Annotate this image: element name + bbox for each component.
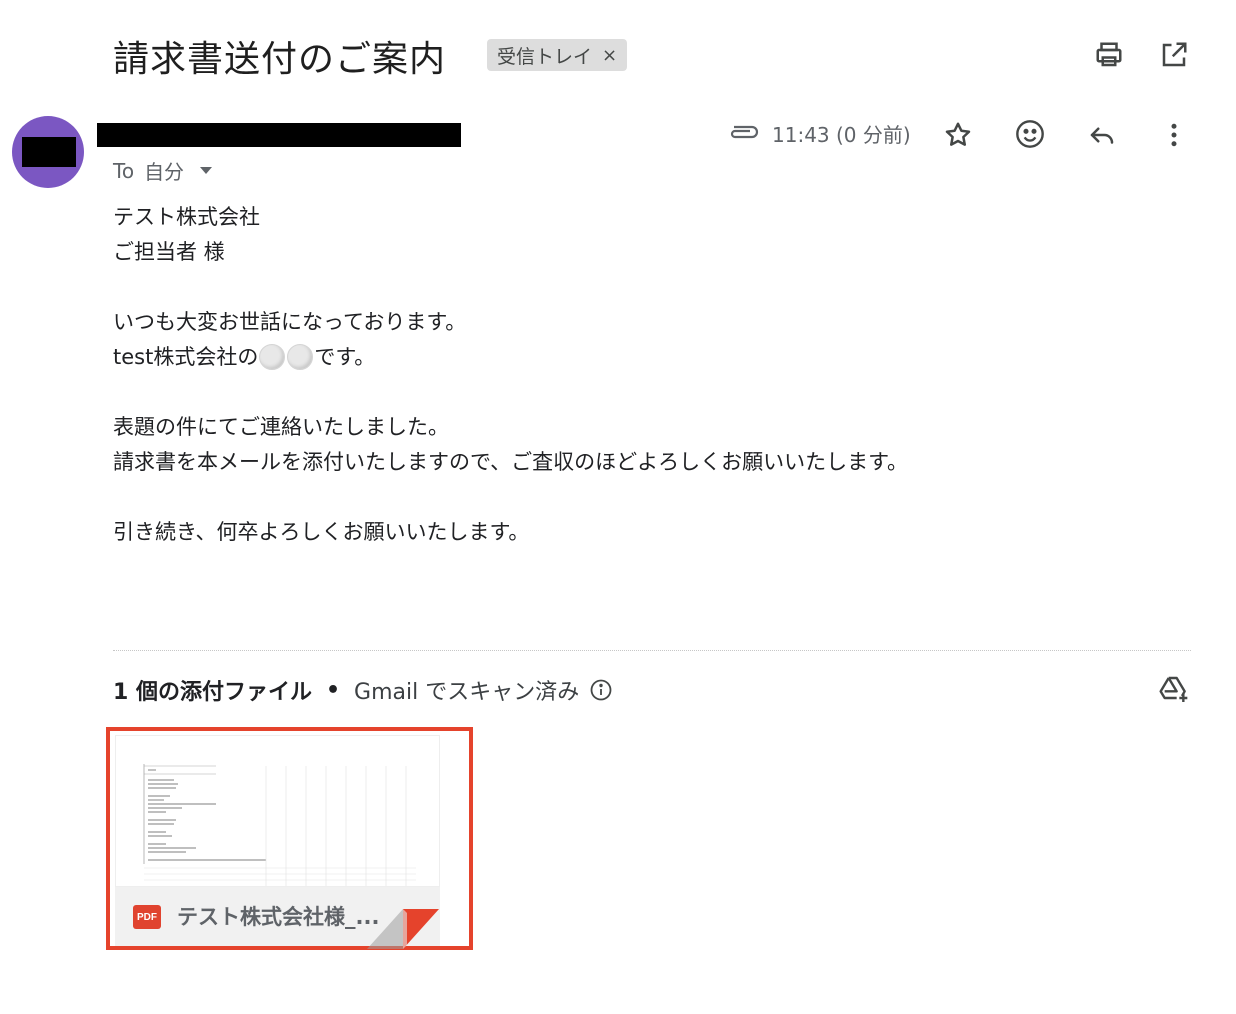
add-to-drive-button[interactable] (1156, 672, 1192, 708)
recipient-name: 自分 (144, 160, 185, 184)
body-line (113, 375, 908, 410)
print-icon (1096, 42, 1122, 67)
body-text-company: test株式会社の (113, 345, 259, 369)
body-line: 引き続き、何卒よろしくお願いいたします。 (113, 520, 530, 544)
open-new-window-icon (1162, 42, 1187, 67)
body-line: 表題の件にてご連絡いたしました。 (113, 415, 449, 439)
drive-add-icon (1159, 676, 1188, 702)
body-line: いつも大変お世話になっております。 (113, 310, 467, 334)
open-new-window-button[interactable] (1156, 37, 1192, 73)
body-line: 請求書を本メールを添付いたしますので、ご査収のほどよろしくお願いいたします。 (113, 450, 909, 474)
body-line (113, 270, 908, 305)
email-body: テスト株式会社 ご担当者 様 いつも大変お世話になっております。 test株式会… (113, 200, 908, 550)
body-line (113, 480, 908, 515)
email-time[interactable]: 11:43 (0 分前) (772, 119, 911, 148)
inbox-label-chip[interactable]: 受信トレイ × (487, 39, 628, 71)
sender-name-redacted (97, 123, 461, 147)
label-chip-text: 受信トレイ (497, 45, 593, 68)
more-options-button[interactable] (1154, 115, 1194, 155)
placeholder-circle-icon (287, 344, 314, 370)
body-line: テスト株式会社 (113, 205, 260, 229)
page-fold-corner-icon (367, 909, 439, 949)
to-label: To (113, 158, 135, 183)
placeholder-circle-icon (259, 344, 286, 370)
attachment-card[interactable]: PDF テスト株式会社様_... (106, 727, 473, 950)
attachment-file-name: テスト株式会社様_... (177, 905, 380, 929)
show-details-chevron-down-icon[interactable] (200, 167, 213, 174)
star-button[interactable] (938, 115, 978, 155)
add-reaction-button[interactable] (1010, 114, 1050, 154)
emoji-icon (1016, 120, 1044, 148)
remove-label-button[interactable]: × (602, 45, 617, 66)
attachment-clip-icon (726, 120, 760, 148)
print-all-button[interactable] (1091, 37, 1127, 73)
body-line-signature-intro: test株式会社の です。 (113, 340, 908, 375)
document-preview-graphic (143, 764, 416, 886)
reply-button[interactable] (1082, 115, 1122, 155)
pdf-icon: PDF (133, 905, 161, 929)
attachment-preview-thumbnail[interactable] (115, 735, 440, 887)
more-vert-icon (1171, 123, 1177, 147)
avatar-redaction (22, 137, 76, 167)
info-icon[interactable] (589, 678, 613, 702)
attachments-header: 1 個の添付ファイル • Gmail でスキャン済み (113, 674, 613, 706)
recipient-line: To 自分 (113, 156, 213, 185)
scan-status: Gmail でスキャン済み (354, 680, 580, 705)
header-separator: • (325, 677, 341, 703)
star-icon (945, 122, 971, 146)
attachment-count: 1 個の添付ファイル (113, 680, 312, 705)
body-text-suffix: です。 (314, 345, 376, 369)
reply-icon (1090, 127, 1114, 144)
email-subject: 請求書送付のご案内 (113, 39, 447, 80)
body-line: ご担当者 様 (113, 240, 225, 264)
attachments-divider (113, 650, 1191, 651)
